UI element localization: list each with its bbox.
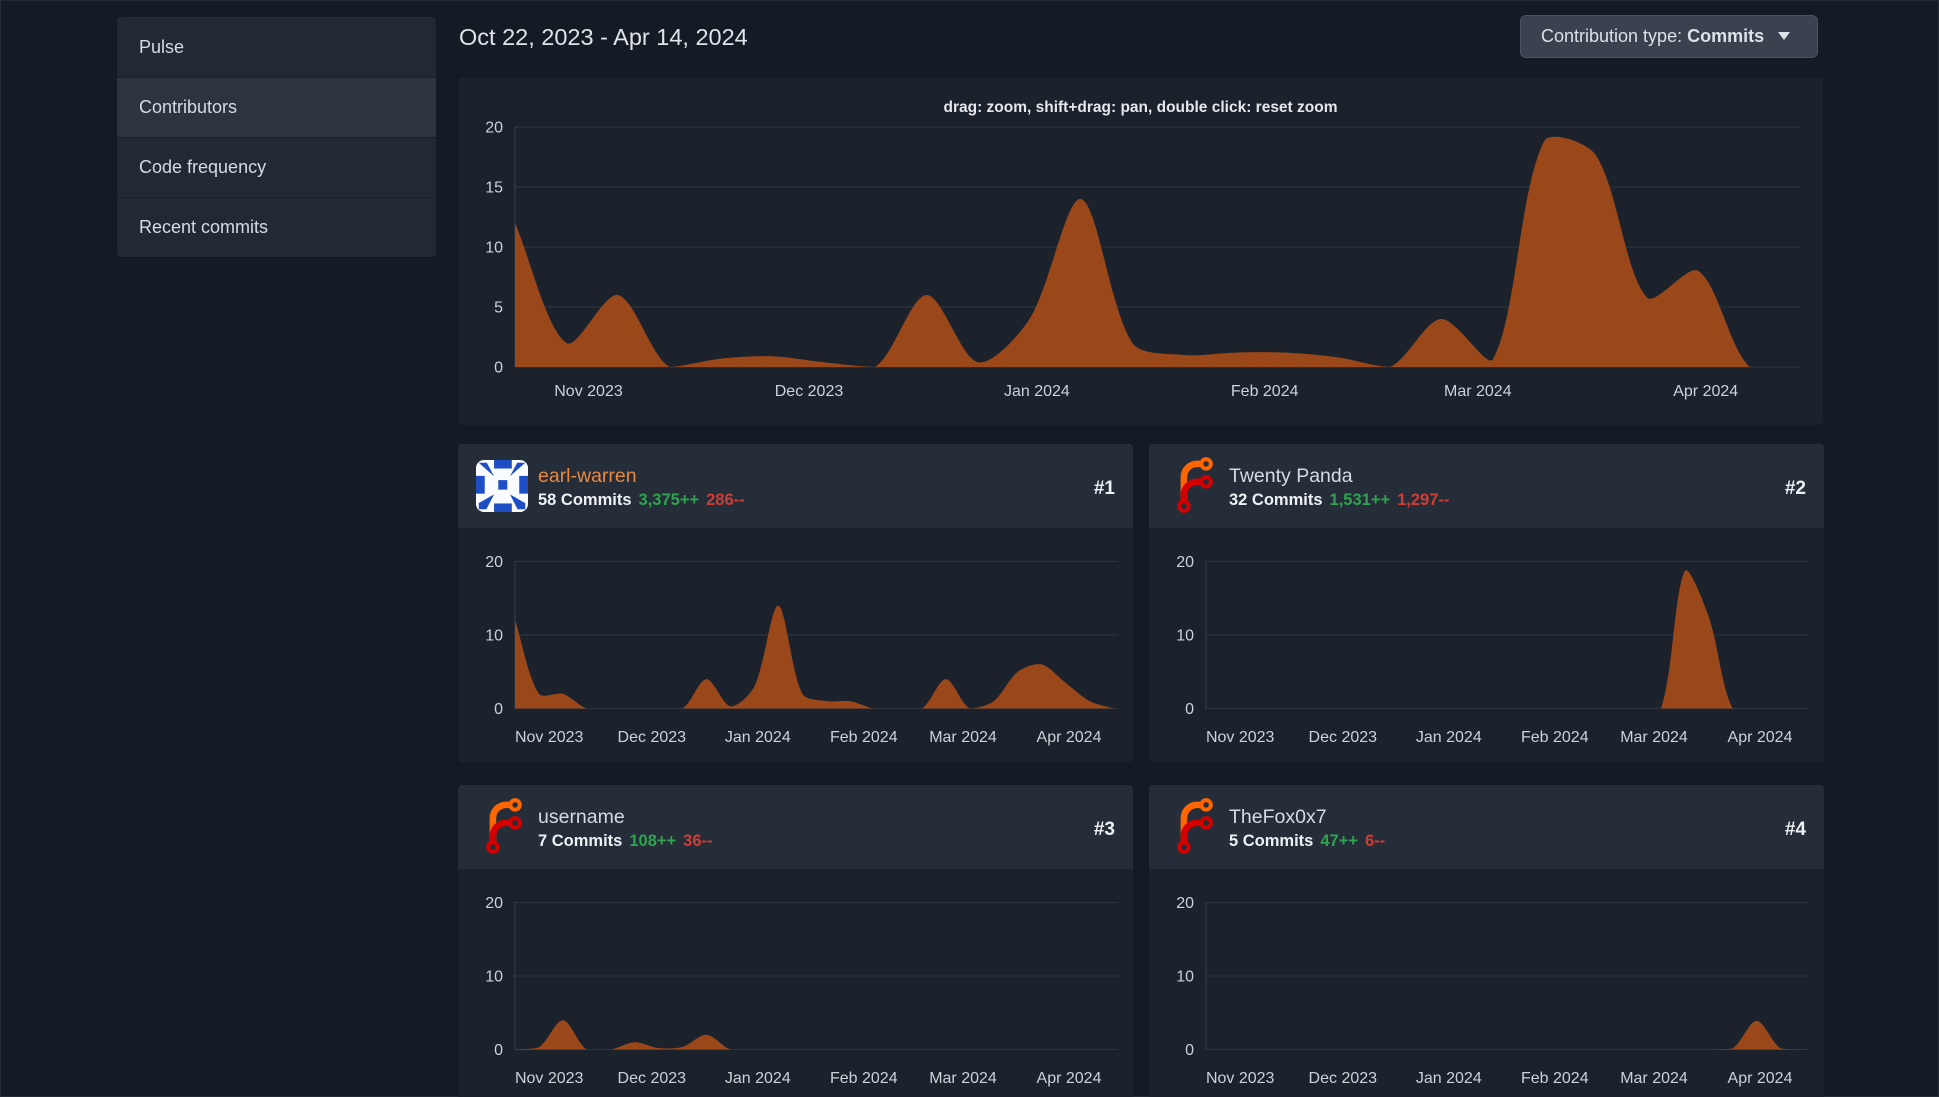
svg-text:10: 10 bbox=[1176, 969, 1194, 986]
svg-text:10: 10 bbox=[485, 969, 503, 986]
svg-text:Nov 2023: Nov 2023 bbox=[1206, 1070, 1275, 1087]
svg-text:Dec 2023: Dec 2023 bbox=[618, 1070, 687, 1087]
svg-text:0: 0 bbox=[1185, 1042, 1194, 1059]
svg-text:Jan 2024: Jan 2024 bbox=[1416, 1070, 1482, 1087]
svg-text:Feb 2024: Feb 2024 bbox=[1231, 383, 1299, 400]
svg-text:Feb 2024: Feb 2024 bbox=[1521, 1070, 1589, 1087]
svg-text:0: 0 bbox=[494, 701, 503, 718]
svg-text:Dec 2023: Dec 2023 bbox=[1309, 1070, 1378, 1087]
svg-text:Mar 2024: Mar 2024 bbox=[929, 729, 997, 746]
svg-text:Apr 2024: Apr 2024 bbox=[1728, 1070, 1793, 1087]
svg-text:20: 20 bbox=[485, 120, 503, 137]
svg-text:Jan 2024: Jan 2024 bbox=[725, 729, 791, 746]
svg-text:5: 5 bbox=[494, 300, 503, 317]
svg-text:Mar 2024: Mar 2024 bbox=[1620, 729, 1688, 746]
svg-text:0: 0 bbox=[494, 360, 503, 377]
svg-text:Mar 2024: Mar 2024 bbox=[1620, 1070, 1688, 1087]
svg-text:10: 10 bbox=[485, 628, 503, 645]
svg-text:Apr 2024: Apr 2024 bbox=[1728, 729, 1793, 746]
svg-text:20: 20 bbox=[485, 895, 503, 912]
svg-text:Mar 2024: Mar 2024 bbox=[1444, 383, 1512, 400]
svg-text:Feb 2024: Feb 2024 bbox=[830, 729, 898, 746]
svg-text:Nov 2023: Nov 2023 bbox=[515, 1070, 584, 1087]
svg-text:20: 20 bbox=[485, 554, 503, 571]
svg-text:Apr 2024: Apr 2024 bbox=[1037, 729, 1102, 746]
svg-text:Dec 2023: Dec 2023 bbox=[1309, 729, 1378, 746]
svg-text:Jan 2024: Jan 2024 bbox=[1004, 383, 1070, 400]
svg-text:10: 10 bbox=[485, 240, 503, 257]
svg-text:Mar 2024: Mar 2024 bbox=[929, 1070, 997, 1087]
svg-text:Feb 2024: Feb 2024 bbox=[1521, 729, 1589, 746]
svg-text:15: 15 bbox=[485, 180, 503, 197]
svg-text:20: 20 bbox=[1176, 554, 1194, 571]
svg-text:Dec 2023: Dec 2023 bbox=[618, 729, 687, 746]
svg-text:0: 0 bbox=[494, 1042, 503, 1059]
svg-text:0: 0 bbox=[1185, 701, 1194, 718]
svg-text:Dec 2023: Dec 2023 bbox=[775, 383, 844, 400]
svg-text:Apr 2024: Apr 2024 bbox=[1037, 1070, 1102, 1087]
svg-text:Feb 2024: Feb 2024 bbox=[830, 1070, 898, 1087]
svg-text:Jan 2024: Jan 2024 bbox=[725, 1070, 791, 1087]
svg-text:Jan 2024: Jan 2024 bbox=[1416, 729, 1482, 746]
svg-text:Nov 2023: Nov 2023 bbox=[1206, 729, 1275, 746]
svg-text:10: 10 bbox=[1176, 628, 1194, 645]
svg-text:Apr 2024: Apr 2024 bbox=[1673, 383, 1738, 400]
svg-text:20: 20 bbox=[1176, 895, 1194, 912]
svg-text:Nov 2023: Nov 2023 bbox=[554, 383, 623, 400]
svg-text:Nov 2023: Nov 2023 bbox=[515, 729, 584, 746]
